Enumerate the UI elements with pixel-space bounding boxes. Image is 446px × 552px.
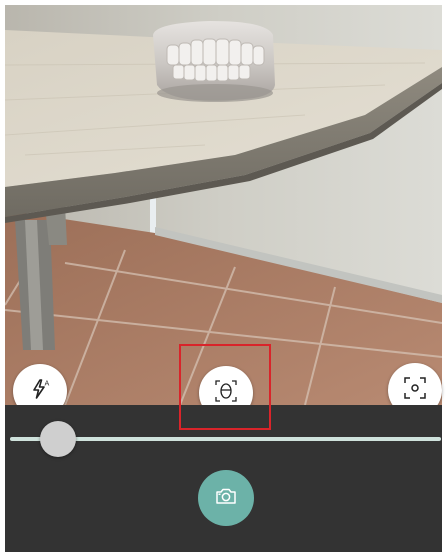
shutter-button[interactable] <box>198 470 254 526</box>
flash-auto-icon: A <box>28 377 52 405</box>
focus-target-icon <box>402 375 428 405</box>
zoom-slider-thumb[interactable] <box>40 421 77 457</box>
camera-preview-image <box>5 5 442 405</box>
svg-text:A: A <box>45 380 50 388</box>
camera-icon <box>214 484 238 512</box>
face-detection-icon <box>213 378 239 408</box>
camera-viewfinder[interactable] <box>5 5 442 405</box>
